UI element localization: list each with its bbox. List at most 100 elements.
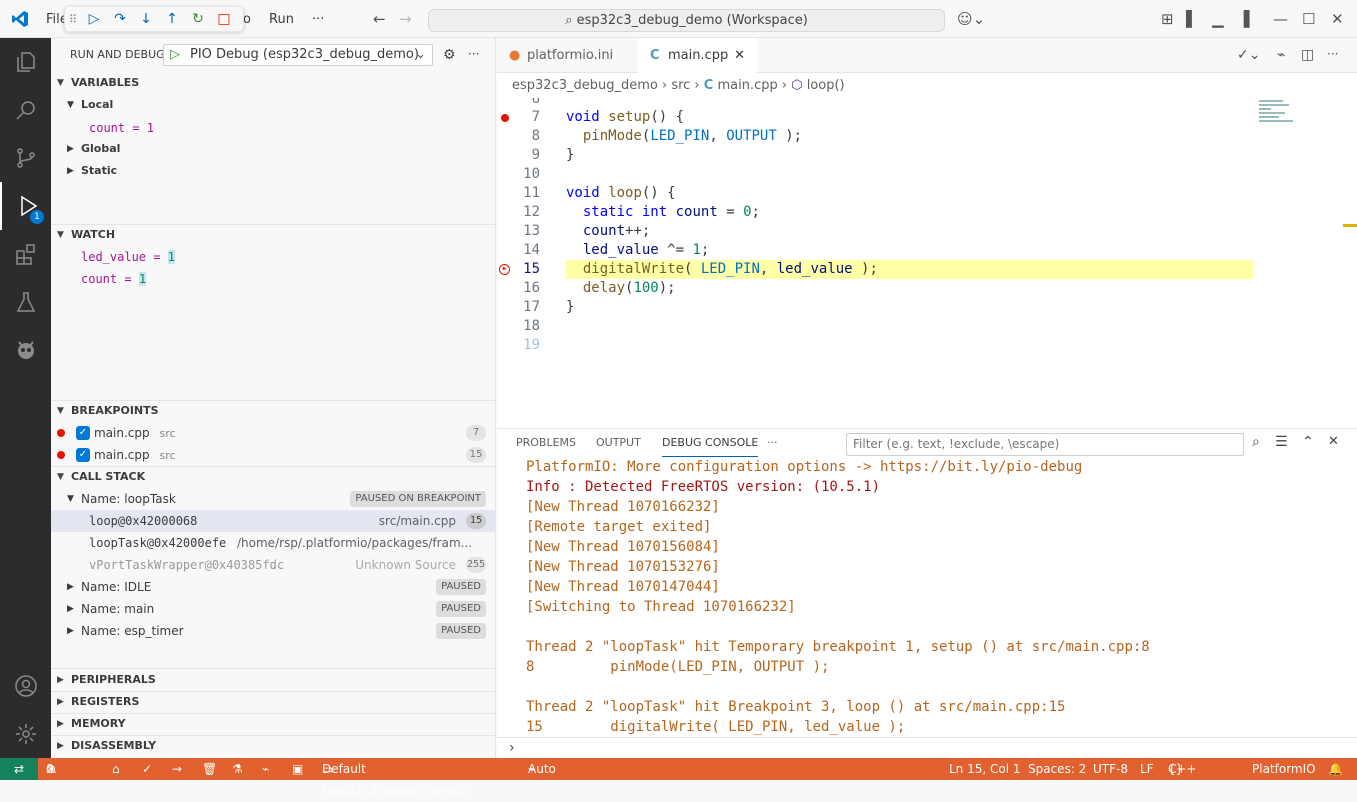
- more-actions-icon[interactable]: ···: [468, 47, 479, 61]
- more-tabs-icon[interactable]: ···: [767, 429, 778, 457]
- platformio-icon[interactable]: [0, 326, 51, 374]
- crumb-symbol[interactable]: loop(): [807, 78, 845, 93]
- maximize-panel-icon[interactable]: ⌃: [1302, 434, 1314, 450]
- search-icon[interactable]: ⌕: [1252, 434, 1260, 450]
- explorer-icon[interactable]: [0, 38, 51, 86]
- watch-item[interactable]: led_value = 1: [51, 246, 496, 268]
- code-view[interactable]: 6 7 void setup() { 8 pinMode(LED_PIN, OUT…: [497, 98, 1357, 428]
- pio-home-icon[interactable]: ⌂: [112, 758, 120, 780]
- source-control-icon[interactable]: [0, 134, 51, 182]
- checkbox[interactable]: ✓: [76, 448, 90, 462]
- thread-item[interactable]: ▶ Name: esp_timer PAUSED: [51, 620, 496, 642]
- registers-header[interactable]: ▶ REGISTERS: [51, 691, 496, 713]
- toggle-panel-icon[interactable]: ▁: [1212, 10, 1224, 28]
- close-icon[interactable]: ✕: [734, 38, 745, 73]
- breakpoints-header[interactable]: ▼ BREAKPOINTS: [51, 400, 496, 422]
- platformio-file-icon: ●: [509, 48, 521, 63]
- forward-icon[interactable]: →: [399, 10, 412, 28]
- pio-clean-icon[interactable]: 🗑: [202, 758, 217, 780]
- disassembly-header[interactable]: ▶ DISASSEMBLY: [51, 735, 496, 757]
- menu-more[interactable]: ···: [312, 12, 324, 27]
- code-text: pinMode(LED_PIN, OUTPUT );: [582, 128, 803, 144]
- command-center[interactable]: ⌕ esp32c3_debug_demo (Workspace): [428, 9, 945, 32]
- stop-icon[interactable]: □: [211, 8, 237, 30]
- code-text: void loop() {: [566, 185, 676, 201]
- copilot-icon[interactable]: ☺⌄: [957, 10, 985, 28]
- settings-gear-icon[interactable]: ⚙: [443, 47, 456, 63]
- run-debug-icon[interactable]: 1: [0, 182, 51, 230]
- maximize-icon[interactable]: ☐: [1302, 10, 1315, 28]
- memory-header[interactable]: ▶ MEMORY: [51, 713, 496, 735]
- tab-problems[interactable]: PROBLEMS: [516, 429, 576, 457]
- step-into-icon[interactable]: ↓: [133, 8, 159, 30]
- restart-icon[interactable]: ↻: [185, 8, 211, 30]
- tab-platformio-ini[interactable]: ● platformio.ini: [497, 38, 637, 73]
- account-icon[interactable]: [0, 662, 51, 710]
- clear-console-icon[interactable]: ☰: [1275, 434, 1288, 450]
- back-icon[interactable]: ←: [373, 10, 386, 28]
- pio-test-icon[interactable]: ⚗: [232, 758, 243, 780]
- thread-item[interactable]: ▶ Name: main PAUSED: [51, 598, 496, 620]
- customize-layout-icon[interactable]: ⊞: [1161, 10, 1174, 28]
- start-debug-icon[interactable]: ▷: [170, 45, 180, 65]
- encoding[interactable]: UTF-8: [1093, 758, 1128, 780]
- watch-item[interactable]: count = 1: [51, 268, 496, 290]
- notifications-icon[interactable]: 🔔: [1328, 758, 1343, 780]
- scope-static[interactable]: ▶ Static: [51, 160, 496, 182]
- scope-global[interactable]: ▶ Global: [51, 138, 496, 160]
- stack-frame[interactable]: vPortTaskWrapper@0x40385fdc Unknown Sourc…: [51, 554, 496, 576]
- menu-go[interactable]: o: [243, 12, 251, 27]
- tab-debug-console[interactable]: DEBUG CONSOLE: [662, 429, 759, 457]
- minimap[interactable]: [1259, 98, 1309, 158]
- indentation[interactable]: Spaces: 2: [1028, 758, 1086, 780]
- callstack-header[interactable]: ▼ CALL STACK: [51, 466, 496, 488]
- stack-frame[interactable]: loop@0x42000068 src/main.cpp 15: [51, 510, 496, 532]
- watch-header[interactable]: ▼ WATCH: [51, 224, 496, 246]
- thread-item[interactable]: ▶ Name: IDLE PAUSED: [51, 576, 496, 598]
- step-over-icon[interactable]: ↷: [107, 8, 133, 30]
- minimize-icon[interactable]: —: [1273, 10, 1288, 28]
- crumb-root[interactable]: esp32c3_debug_demo: [512, 78, 658, 93]
- toggle-sidebar-icon[interactable]: ▌: [1186, 10, 1198, 28]
- pio-toolbar-icon[interactable]: ⌁: [1277, 47, 1285, 63]
- pio-upload-icon[interactable]: →: [172, 758, 182, 780]
- debug-config-select[interactable]: ▷ PIO Debug (esp32c3_debug_demo) ⌄: [163, 44, 433, 66]
- breakpoint-item[interactable]: ✓ main.cpp src 15: [51, 444, 496, 466]
- breakpoint-item[interactable]: ✓ main.cpp src 7: [51, 422, 496, 444]
- console-filter-input[interactable]: Filter (e.g. text, !exclude, \escape): [846, 433, 1244, 456]
- crumb-src[interactable]: src: [671, 78, 690, 93]
- check-icon[interactable]: ✓⌄: [1237, 47, 1260, 63]
- peripherals-header[interactable]: ▶ PERIPHERALS: [51, 669, 496, 691]
- tab-output[interactable]: OUTPUT: [596, 429, 641, 457]
- step-out-icon[interactable]: ↑: [159, 8, 185, 30]
- manage-gear-icon[interactable]: [0, 710, 51, 758]
- cursor-position[interactable]: Ln 15, Col 1: [949, 758, 1021, 780]
- stack-frame[interactable]: loopTask@0x42000efe/home/rsp/.platformio…: [51, 532, 496, 554]
- variable-count[interactable]: count = 1: [51, 117, 496, 139]
- platformio-status[interactable]: PlatformIO: [1252, 758, 1316, 780]
- search-view-icon[interactable]: [0, 86, 51, 134]
- thread-looptask[interactable]: ▼ Name: loopTask PAUSED ON BREAKPOINT: [51, 488, 496, 510]
- close-panel-icon[interactable]: ✕: [1328, 434, 1339, 449]
- crumb-file[interactable]: main.cpp: [717, 78, 777, 93]
- drag-handle-icon[interactable]: ⠿: [69, 13, 81, 26]
- pio-terminal-icon[interactable]: ▣: [292, 758, 303, 780]
- tab-main-cpp[interactable]: Cmain.cpp ✕: [638, 38, 757, 73]
- console-output[interactable]: PlatformIO: More configuration options -…: [497, 457, 1357, 737]
- split-editor-icon[interactable]: ◫: [1301, 47, 1314, 63]
- remote-indicator-icon[interactable]: ⇄: [0, 758, 38, 780]
- more-actions-icon[interactable]: ···: [1327, 47, 1338, 61]
- menu-run[interactable]: Run: [269, 12, 294, 27]
- console-input[interactable]: ›: [497, 737, 1357, 759]
- extensions-icon[interactable]: [0, 230, 51, 278]
- scope-local[interactable]: ▼ Local: [51, 94, 496, 116]
- line-ending[interactable]: LF: [1140, 758, 1154, 780]
- variables-header[interactable]: ▼ VARIABLES: [51, 72, 496, 94]
- pio-build-icon[interactable]: ✓: [142, 758, 152, 780]
- pio-serial-icon[interactable]: ⌁: [262, 758, 269, 780]
- toggle-secondary-sidebar-icon[interactable]: ▐: [1238, 10, 1250, 28]
- testing-icon[interactable]: [0, 278, 51, 326]
- close-window-icon[interactable]: ✕: [1331, 10, 1344, 28]
- continue-icon[interactable]: ▷: [81, 8, 107, 30]
- checkbox[interactable]: ✓: [76, 426, 90, 440]
